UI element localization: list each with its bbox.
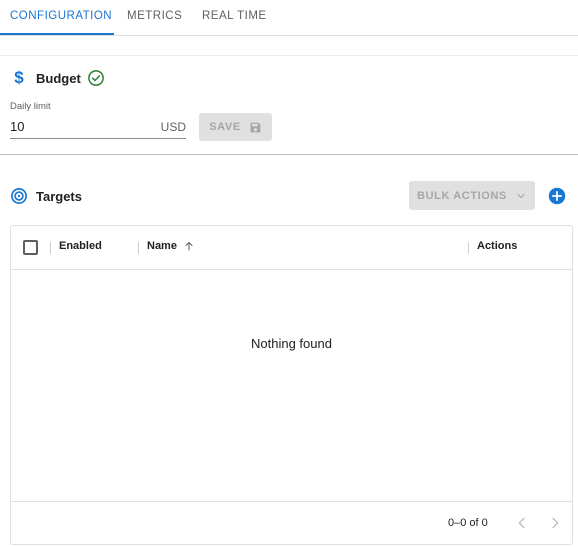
daily-limit-label: Daily limit [10,101,51,112]
targets-header: Targets [10,186,82,206]
active-tab-indicator [0,33,114,35]
bulk-actions-button[interactable]: BULK ACTIONS [409,181,535,210]
targets-title: Targets [36,188,82,204]
column-header-enabled-label: Enabled [59,240,102,252]
tab-real-time[interactable]: REAL TIME [202,0,267,35]
bulk-actions-label: BULK ACTIONS [417,189,507,202]
budget-title: Budget [36,70,81,86]
column-header-name[interactable]: Name [147,240,195,252]
save-button-label: SAVE [209,121,241,133]
chevron-right-icon[interactable] [547,515,563,531]
column-separator [468,242,469,254]
column-header-enabled[interactable]: Enabled [59,240,102,252]
table-header: Enabled Name Actions [11,226,572,270]
daily-limit-value[interactable]: 10 [10,119,24,134]
arrow-up-icon [185,242,193,251]
currency-suffix: USD [160,120,186,134]
select-all-checkbox[interactable] [23,240,38,255]
column-separator [138,242,139,254]
column-header-actions-label: Actions [477,240,518,252]
daily-limit-field[interactable]: 10 USD [10,116,186,139]
chevron-down-icon [517,193,525,198]
targets-table: Enabled Name Actions Nothing found 0–0 o… [10,225,573,545]
add-circle-icon[interactable] [548,187,566,205]
check-circle-icon [87,70,104,86]
tab-bar: CONFIGURATION METRICS REAL TIME [0,0,578,36]
chevron-left-icon[interactable] [514,515,530,531]
budget-header: $ Budget [10,68,105,88]
column-separator [50,242,51,254]
empty-state-message: Nothing found [251,336,332,351]
pagination-range: 0–0 of 0 [448,517,488,529]
budget-section: $ Budget Daily limit 10 USD SAVE [0,55,578,155]
tab-metrics[interactable]: METRICS [127,0,182,35]
target-icon [11,188,27,204]
column-header-actions: Actions [477,240,517,252]
save-button[interactable]: SAVE [199,113,272,141]
floppy-disk-icon [250,122,261,132]
tab-configuration[interactable]: CONFIGURATION [10,0,112,35]
table-footer: 0–0 of 0 [11,501,572,545]
column-header-name-label: Name [147,240,177,252]
dollar-icon: $ [14,68,24,87]
